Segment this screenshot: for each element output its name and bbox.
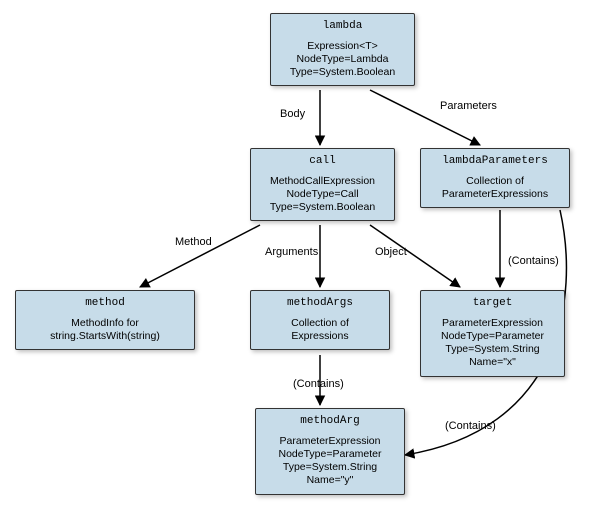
node-methodArg-detail: ParameterExpression NodeType=Parameter T… (264, 435, 396, 488)
node-lambdaParameters-title: lambdaParameters (429, 155, 561, 167)
node-lambdaParameters: lambdaParameters Collection of Parameter… (420, 148, 570, 208)
node-methodArgs-detail: Collection of Expressions (259, 317, 381, 343)
node-call-title: call (259, 155, 386, 167)
node-target-title: target (429, 297, 556, 309)
edge-label-contains1: (Contains) (508, 255, 559, 267)
node-lambda-title: lambda (279, 20, 406, 32)
node-lambda-detail: Expression<T> NodeType=Lambda Type=Syste… (279, 40, 406, 79)
node-lambdaParameters-detail: Collection of ParameterExpressions (429, 175, 561, 201)
edge-label-contains3: (Contains) (445, 420, 496, 432)
edge-label-contains2: (Contains) (293, 378, 344, 390)
edge-label-parameters: Parameters (440, 100, 497, 112)
node-methodArgs-title: methodArgs (259, 297, 381, 309)
node-method: method MethodInfo for string.StartsWith(… (15, 290, 195, 350)
node-call: call MethodCallExpression NodeType=Call … (250, 148, 395, 221)
edge-label-body: Body (280, 108, 305, 120)
node-target-detail: ParameterExpression NodeType=Parameter T… (429, 317, 556, 370)
edge-label-object: Object (375, 246, 407, 258)
edge-label-method: Method (175, 236, 212, 248)
node-method-title: method (24, 297, 186, 309)
node-call-detail: MethodCallExpression NodeType=Call Type=… (259, 175, 386, 214)
node-method-detail: MethodInfo for string.StartsWith(string) (24, 317, 186, 343)
node-methodArg-title: methodArg (264, 415, 396, 427)
node-methodArgs: methodArgs Collection of Expressions (250, 290, 390, 350)
node-target: target ParameterExpression NodeType=Para… (420, 290, 565, 377)
node-lambda: lambda Expression<T> NodeType=Lambda Typ… (270, 13, 415, 86)
edge-label-arguments: Arguments (265, 246, 318, 258)
node-methodArg: methodArg ParameterExpression NodeType=P… (255, 408, 405, 495)
